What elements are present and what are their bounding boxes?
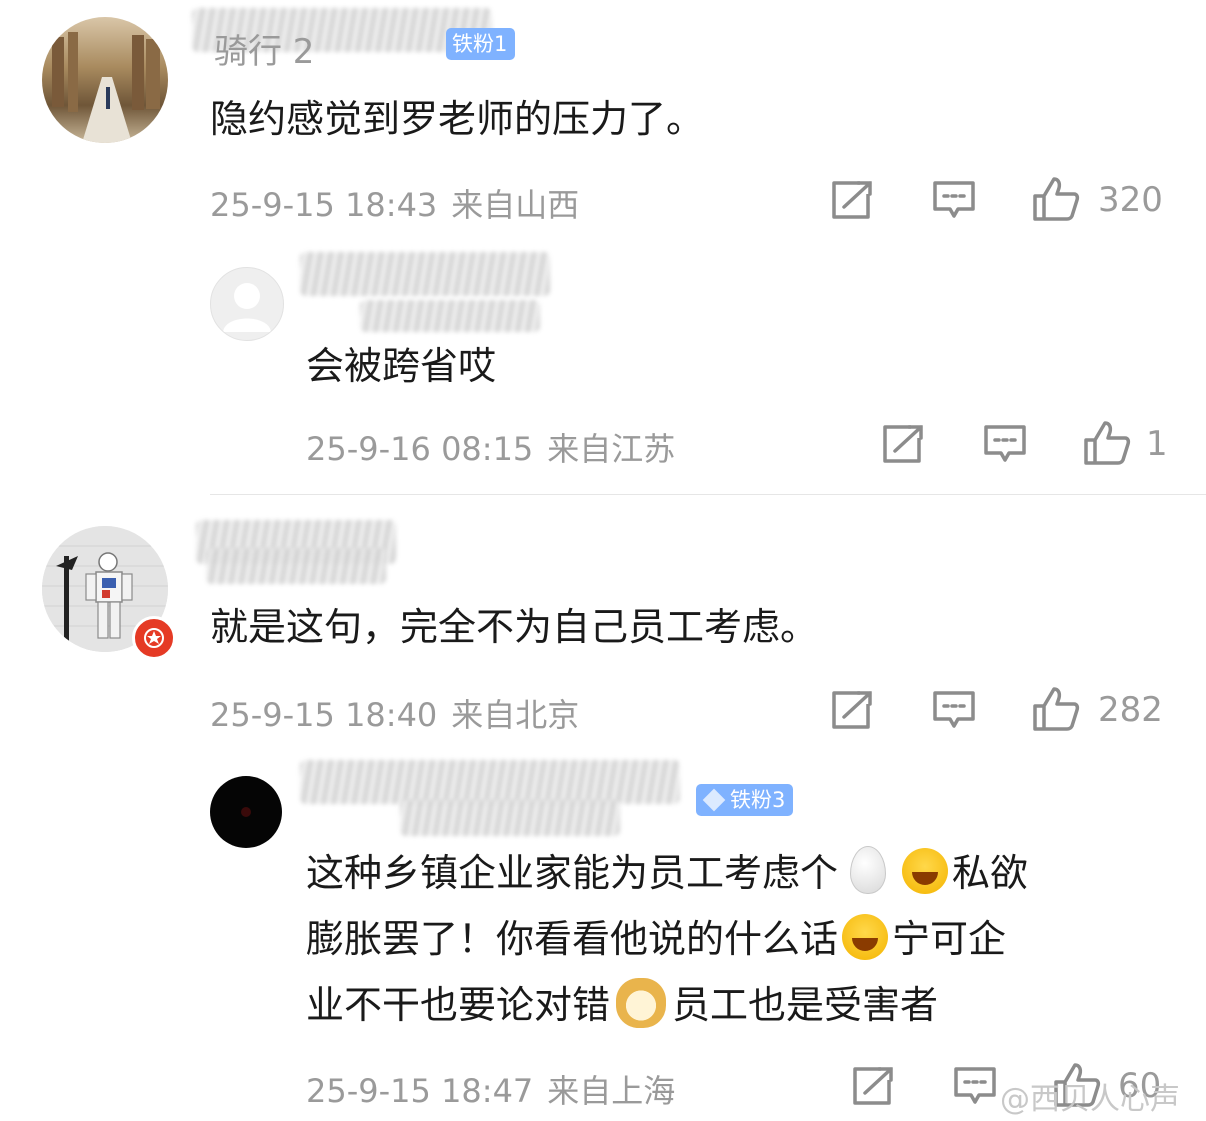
- verified-badge-icon: [132, 616, 176, 660]
- reply-text-line-2: 膨胀罢了！你看看他说的什么话 宁可企: [306, 906, 1006, 972]
- like-icon[interactable]: [1032, 176, 1080, 222]
- fan-badge: 铁粉3: [696, 784, 794, 816]
- repost-icon[interactable]: [881, 424, 925, 464]
- reply-username-redacted-2: [400, 800, 620, 836]
- reply-avatar[interactable]: [210, 267, 284, 341]
- comment-icon[interactable]: [953, 1066, 997, 1106]
- reply-meta: 25-9-15 18:47 来自上海: [306, 1066, 675, 1112]
- reply-username-redacted-2: [360, 300, 540, 332]
- repost-icon[interactable]: [830, 180, 874, 220]
- comment-location: 来自北京: [451, 696, 580, 734]
- diamond-icon: [702, 788, 726, 812]
- reply-username-redacted[interactable]: [300, 252, 550, 296]
- comment-icon[interactable]: [932, 690, 976, 730]
- egg-emoji: [850, 846, 887, 894]
- comment-icon[interactable]: [932, 180, 976, 220]
- reply-location: 来自江苏: [547, 430, 676, 468]
- comment-meta: 25-9-15 18:40 来自北京: [210, 690, 579, 736]
- doge-emoji: [616, 978, 667, 1028]
- comment-text: 隐约感觉到罗老师的压力了。: [210, 97, 705, 141]
- comment-text: 就是这句，完全不为自己员工考虑。: [210, 605, 819, 649]
- watermark: @西贝人心声: [1000, 1082, 1180, 1117]
- reply-avatar[interactable]: [210, 776, 282, 848]
- like-icon[interactable]: [1032, 686, 1080, 732]
- reply-meta: 25-9-16 08:15 来自江苏: [306, 424, 675, 470]
- laugh-cry-emoji: [902, 848, 949, 894]
- like-icon[interactable]: [1083, 420, 1131, 466]
- reply-location: 来自上海: [547, 1072, 676, 1110]
- reply-username-redacted[interactable]: [300, 760, 680, 804]
- comment-icon[interactable]: [983, 424, 1027, 464]
- avatar[interactable]: [42, 17, 168, 143]
- repost-icon[interactable]: [830, 690, 874, 730]
- like-count: 320: [1098, 180, 1163, 220]
- username[interactable]: 骑行 2: [214, 24, 314, 73]
- comment-location: 来自山西: [451, 186, 580, 224]
- like-count: 282: [1098, 690, 1163, 730]
- reply-date: 25-9-15 18:47: [306, 1072, 534, 1110]
- repost-icon[interactable]: [851, 1066, 895, 1106]
- comment-date: 25-9-15 18:43: [210, 186, 438, 224]
- comment-meta: 25-9-15 18:43 来自山西: [210, 180, 579, 226]
- reply-text-line-1: 这种乡镇企业家能为员工考虑个 私欲: [306, 840, 1028, 906]
- divider: [210, 494, 1206, 495]
- like-count: 1: [1146, 424, 1168, 464]
- reply-text-line-3: 业不干也要论对错 员工也是受害者: [306, 972, 938, 1038]
- reply-text: 会被跨省哎: [306, 344, 497, 388]
- comment-date: 25-9-15 18:40: [210, 696, 438, 734]
- reply-date: 25-9-16 08:15: [306, 430, 534, 468]
- laugh-cry-emoji: [842, 914, 889, 960]
- username-redacted-2: [206, 548, 386, 584]
- fan-badge: 铁粉1: [446, 28, 516, 60]
